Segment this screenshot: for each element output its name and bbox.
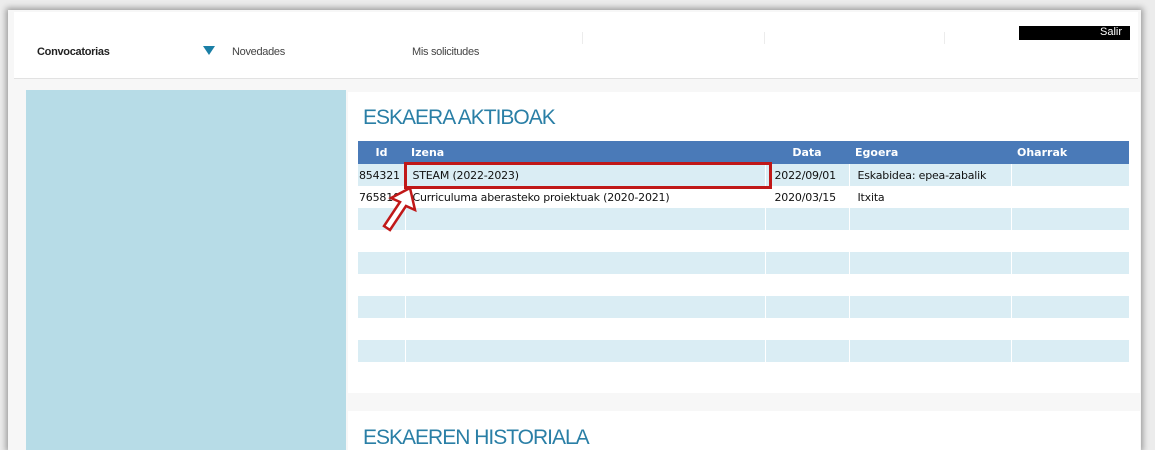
cell-izena[interactable] [404, 230, 765, 252]
table-row[interactable] [358, 340, 1129, 362]
cell-data[interactable]: 2020/03/15 [764, 186, 849, 208]
cell-egoera[interactable] [848, 274, 1011, 296]
column-header-id[interactable]: Id [358, 141, 405, 164]
column-header-oharrak[interactable]: Oharrak [1011, 141, 1129, 164]
cell-id[interactable] [358, 362, 405, 384]
cell-id[interactable]: 765810 [358, 186, 405, 208]
cell-oharrak[interactable] [1010, 296, 1129, 318]
cell-id[interactable] [358, 208, 405, 230]
active-requests-title: ESKAERA AKTIBOAK [363, 106, 556, 129]
table-row[interactable]: 765810 Curriculuma aberasteko proiektuak … [358, 186, 1129, 208]
cell-egoera[interactable] [848, 230, 1011, 252]
cell-data[interactable] [764, 252, 849, 274]
logout-button[interactable]: Salir [1019, 26, 1130, 40]
cell-data[interactable] [764, 318, 849, 340]
cell-oharrak[interactable] [1010, 274, 1129, 296]
chevron-down-icon[interactable] [203, 46, 215, 55]
active-requests-table: Id Izena Data Egoera Oharrak 854321 STEAM… [358, 141, 1129, 384]
cell-id[interactable] [358, 318, 405, 340]
table-row[interactable] [358, 362, 1129, 384]
cell-izena[interactable] [404, 252, 765, 274]
cell-egoera[interactable] [848, 208, 1011, 230]
cell-izena[interactable] [404, 340, 765, 362]
cell-oharrak[interactable] [1010, 340, 1129, 362]
cell-oharrak[interactable] [1010, 252, 1129, 274]
cell-oharrak[interactable] [1010, 362, 1129, 384]
cell-data[interactable] [764, 362, 849, 384]
table-row[interactable] [358, 318, 1129, 340]
cell-data[interactable] [764, 340, 849, 362]
cell-id[interactable] [358, 274, 405, 296]
nav-mis-solicitudes[interactable]: Mis solicitudes [412, 46, 479, 58]
table-row[interactable]: 854321 STEAM (2022-2023) 2022/09/01 Eskabid… [358, 164, 1129, 186]
cell-id[interactable] [358, 340, 405, 362]
column-header-izena[interactable]: Izena [405, 141, 765, 164]
cell-data[interactable] [764, 230, 849, 252]
cell-data[interactable] [764, 208, 849, 230]
cell-egoera[interactable] [848, 296, 1011, 318]
cell-egoera[interactable] [848, 362, 1011, 384]
cell-oharrak[interactable] [1010, 318, 1129, 340]
cell-oharrak[interactable] [1010, 208, 1129, 230]
cell-izena[interactable] [404, 296, 765, 318]
nav-divider [582, 32, 583, 44]
column-header-egoera[interactable]: Egoera [849, 141, 1011, 164]
cell-egoera[interactable] [848, 340, 1011, 362]
cell-egoera[interactable]: Eskabidea: epea-zabalik [848, 164, 1011, 186]
side-panel [26, 90, 346, 450]
cell-id[interactable] [358, 252, 405, 274]
table-row[interactable] [358, 208, 1129, 230]
top-navigation: Convocatorias Novedades Mis solicitudes … [14, 12, 1138, 79]
section-gap [348, 393, 1140, 411]
history-title: ESKAEREN HISTORIALA [363, 426, 590, 449]
cell-id[interactable]: 854321 [358, 164, 405, 186]
cell-id[interactable] [358, 230, 405, 252]
cell-izena[interactable] [404, 318, 765, 340]
table-row[interactable] [358, 296, 1129, 318]
cell-oharrak[interactable] [1010, 164, 1129, 186]
table-row[interactable] [358, 252, 1129, 274]
cell-oharrak[interactable] [1010, 186, 1129, 208]
cell-id[interactable] [358, 296, 405, 318]
nav-convocatorias[interactable]: Convocatorias [37, 46, 110, 58]
cell-egoera[interactable] [848, 318, 1011, 340]
cell-izena[interactable] [404, 274, 765, 296]
cell-izena[interactable] [404, 208, 765, 230]
cell-izena[interactable]: STEAM (2022-2023) [404, 164, 765, 186]
cell-izena[interactable]: Curriculuma aberasteko proiektuak (2020-… [404, 186, 765, 208]
table-row[interactable] [358, 230, 1129, 252]
cell-oharrak[interactable] [1010, 230, 1129, 252]
cell-egoera[interactable] [848, 252, 1011, 274]
nav-novedades[interactable]: Novedades [232, 46, 285, 58]
cell-data[interactable]: 2022/09/01 [764, 164, 849, 186]
nav-divider [944, 32, 945, 44]
cell-data[interactable] [764, 296, 849, 318]
cell-izena[interactable] [404, 362, 765, 384]
cell-egoera[interactable]: Itxita [848, 186, 1011, 208]
cell-data[interactable] [764, 274, 849, 296]
table-row[interactable] [358, 274, 1129, 296]
column-header-data[interactable]: Data [765, 141, 849, 164]
nav-divider [764, 32, 765, 44]
table-header-row: Id Izena Data Egoera Oharrak [358, 141, 1129, 164]
